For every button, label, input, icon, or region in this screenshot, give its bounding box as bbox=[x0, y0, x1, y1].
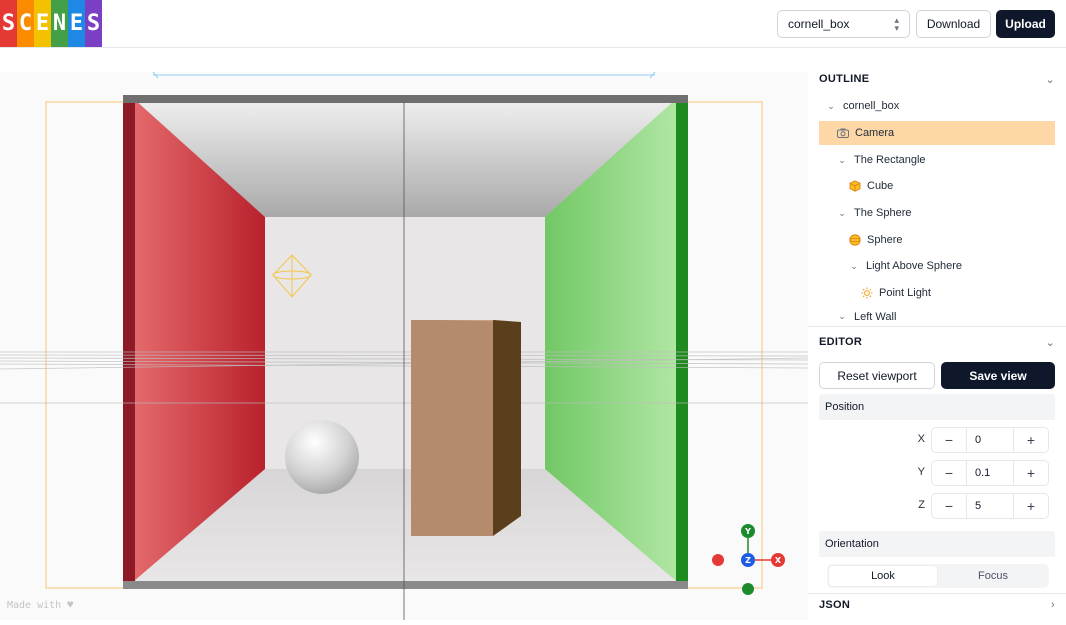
tree-item-left-wall[interactable]: ⌄ Left Wall bbox=[819, 308, 1055, 325]
position-z-stepper[interactable]: − 5 + bbox=[931, 493, 1049, 519]
tree-item-the-sphere[interactable]: ⌄ The Sphere bbox=[819, 201, 1055, 225]
tree-item-label: Left Wall bbox=[854, 310, 897, 323]
tree-item-light-above-sphere[interactable]: ⌄ Light Above Sphere bbox=[819, 254, 1055, 278]
floor-edge bbox=[123, 581, 688, 589]
sphere-object bbox=[285, 420, 359, 494]
chevron-up-down-icon: ▴ ▾ bbox=[894, 15, 899, 33]
made-with-text: Made with ♥ bbox=[7, 600, 74, 611]
tree-item-label: Cube bbox=[867, 180, 894, 192]
tree-item-label: Light Above Sphere bbox=[866, 260, 963, 272]
scene-select[interactable]: cornell_box ▴ ▾ bbox=[777, 10, 910, 38]
section-divider bbox=[808, 593, 1066, 594]
section-divider bbox=[808, 326, 1066, 327]
outline-title: OUTLINE bbox=[819, 73, 870, 85]
chevron-right-icon: › bbox=[1051, 599, 1055, 611]
chevron-down-icon: ⌄ bbox=[827, 100, 835, 111]
json-title: JSON bbox=[819, 599, 851, 611]
chevron-down-icon: ⌄ bbox=[850, 260, 858, 271]
box-front bbox=[411, 320, 493, 536]
tree-item-point-light[interactable]: Point Light bbox=[819, 281, 1055, 305]
cube-icon bbox=[849, 180, 861, 192]
upload-button[interactable]: Upload bbox=[996, 10, 1055, 38]
right-wall-edge bbox=[676, 99, 688, 583]
chevron-down-icon: ⌄ bbox=[838, 311, 846, 321]
sun-icon bbox=[861, 287, 873, 299]
outline-header[interactable]: OUTLINE ⌄ bbox=[819, 69, 1055, 89]
look-option[interactable]: Look bbox=[829, 566, 937, 586]
left-wall-edge bbox=[123, 99, 135, 583]
increment-button[interactable]: + bbox=[1014, 494, 1048, 518]
tree-item-label: cornell_box bbox=[843, 100, 900, 112]
tree-item-label: Camera bbox=[855, 127, 895, 139]
decrement-button[interactable]: − bbox=[932, 428, 966, 452]
orientation-toggle[interactable]: Look Focus bbox=[827, 564, 1049, 588]
editor-header[interactable]: EDITOR ⌄ bbox=[819, 332, 1055, 352]
position-group-header: Position bbox=[819, 394, 1055, 420]
chevron-down-icon: ⌄ bbox=[838, 207, 846, 218]
focus-option[interactable]: Focus bbox=[939, 566, 1047, 586]
save-view-button[interactable]: Save view bbox=[941, 362, 1055, 389]
reset-viewport-button[interactable]: Reset viewport bbox=[819, 362, 935, 389]
gizmo-z-label: Z bbox=[745, 556, 751, 565]
tree-item-cornell-box[interactable]: ⌄ cornell_box bbox=[819, 94, 1055, 118]
increment-button[interactable]: + bbox=[1014, 428, 1048, 452]
position-title: Position bbox=[825, 401, 865, 413]
chevron-down-icon: ⌄ bbox=[838, 154, 846, 165]
logo-letter: C bbox=[17, 0, 34, 47]
tree-item-sphere[interactable]: Sphere bbox=[819, 228, 1055, 252]
gizmo-y-label: Y bbox=[744, 527, 751, 536]
download-button[interactable]: Download bbox=[916, 10, 991, 38]
increment-button[interactable]: + bbox=[1014, 461, 1048, 485]
side-panel: OUTLINE ⌄ ⌄ cornell_box Camera ⌄ The Rec… bbox=[808, 48, 1066, 625]
chevron-down-icon: ⌄ bbox=[1045, 336, 1055, 349]
logo-letter: S bbox=[85, 0, 102, 47]
logo-letter: E bbox=[68, 0, 85, 47]
box-side bbox=[493, 320, 521, 536]
logo-letter: E bbox=[34, 0, 51, 47]
orientation-group-header: Orientation bbox=[819, 531, 1055, 557]
ceiling-edge bbox=[123, 95, 688, 103]
position-y-stepper[interactable]: − 0.1 + bbox=[931, 460, 1049, 486]
sphere-icon bbox=[849, 234, 861, 246]
editor-title: EDITOR bbox=[819, 336, 863, 348]
decrement-button[interactable]: − bbox=[932, 461, 966, 485]
tree-item-label: Sphere bbox=[867, 234, 903, 246]
json-header[interactable]: JSON › bbox=[819, 595, 1055, 615]
position-y-input[interactable]: 0.1 bbox=[966, 461, 1014, 485]
scene-viewport[interactable]: Y Z X bbox=[0, 72, 808, 620]
logo-letter: N bbox=[51, 0, 68, 47]
tree-item-label: The Sphere bbox=[854, 207, 912, 219]
tree-item-label: The Rectangle bbox=[854, 154, 926, 166]
scene-select-value: cornell_box bbox=[788, 17, 850, 31]
orientation-title: Orientation bbox=[825, 538, 879, 550]
position-x-stepper[interactable]: − 0 + bbox=[931, 427, 1049, 453]
tree-item-camera[interactable]: Camera bbox=[819, 121, 1055, 145]
tree-item-cube[interactable]: Cube bbox=[819, 174, 1055, 198]
chevron-down-icon: ⌄ bbox=[1045, 73, 1055, 86]
position-x-label: X bbox=[917, 433, 925, 445]
camera-icon bbox=[837, 127, 849, 139]
scene-render: Y Z X bbox=[0, 72, 808, 620]
position-z-label: Z bbox=[918, 499, 925, 511]
gizmo-x-label: X bbox=[775, 556, 782, 565]
top-bar: S C E N E S cornell_box ▴ ▾ Download Uplo… bbox=[0, 0, 1066, 48]
position-x-input[interactable]: 0 bbox=[966, 428, 1014, 452]
tree-item-label: Point Light bbox=[879, 287, 931, 299]
logo-letter: S bbox=[0, 0, 17, 47]
decrement-button[interactable]: − bbox=[932, 494, 966, 518]
tree-item-the-rectangle[interactable]: ⌄ The Rectangle bbox=[819, 148, 1055, 172]
axis-gizmo: Y Z X bbox=[712, 524, 785, 595]
position-y-label: Y bbox=[917, 466, 925, 478]
position-z-input[interactable]: 5 bbox=[966, 494, 1014, 518]
scenes-logo: S C E N E S bbox=[0, 0, 102, 47]
